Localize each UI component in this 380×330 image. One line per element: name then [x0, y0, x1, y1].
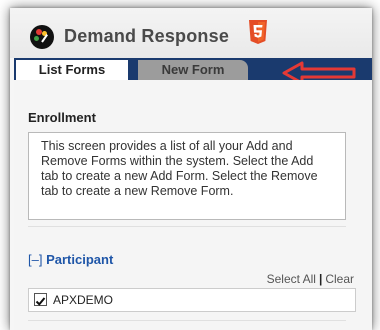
- speedometer-icon: [30, 25, 54, 49]
- checkbox[interactable]: [34, 293, 47, 306]
- divider: [28, 320, 346, 321]
- enrollment-title: Enrollment: [28, 110, 96, 125]
- checkmark-icon: [35, 297, 46, 306]
- enrollment-info-box: This screen provides a list of all your …: [28, 132, 346, 220]
- info-line: tab to create a new Remove Form.: [41, 184, 234, 198]
- select-all-link[interactable]: Select All: [267, 272, 316, 286]
- clear-link[interactable]: Clear: [325, 272, 354, 286]
- participant-item[interactable]: APXDEMO: [28, 288, 356, 312]
- content-panel: Enrollment This screen provides a list o…: [14, 80, 372, 330]
- participant-item-label: APXDEMO: [53, 293, 114, 307]
- info-line: This screen provides a list of all your …: [41, 139, 293, 153]
- info-line: tab to create a new Add Form. Select the…: [41, 169, 318, 183]
- app-window: Demand Response List Forms New Form Enro…: [10, 8, 372, 330]
- tab-new-form[interactable]: New Form: [138, 60, 248, 80]
- app-title: Demand Response: [64, 26, 230, 46]
- participant-header[interactable]: [–] Participant: [28, 252, 113, 267]
- app-header: Demand Response: [10, 8, 372, 58]
- tab-list-forms[interactable]: List Forms: [16, 60, 128, 80]
- html5-icon: [249, 20, 267, 44]
- separator: |: [318, 272, 323, 286]
- participant-label: Participant: [46, 252, 114, 267]
- select-links: Select All | Clear: [267, 272, 354, 286]
- info-line: Remove Forms within the system. Select t…: [41, 154, 314, 168]
- divider: [28, 226, 346, 227]
- collapse-toggle[interactable]: [–]: [28, 252, 42, 267]
